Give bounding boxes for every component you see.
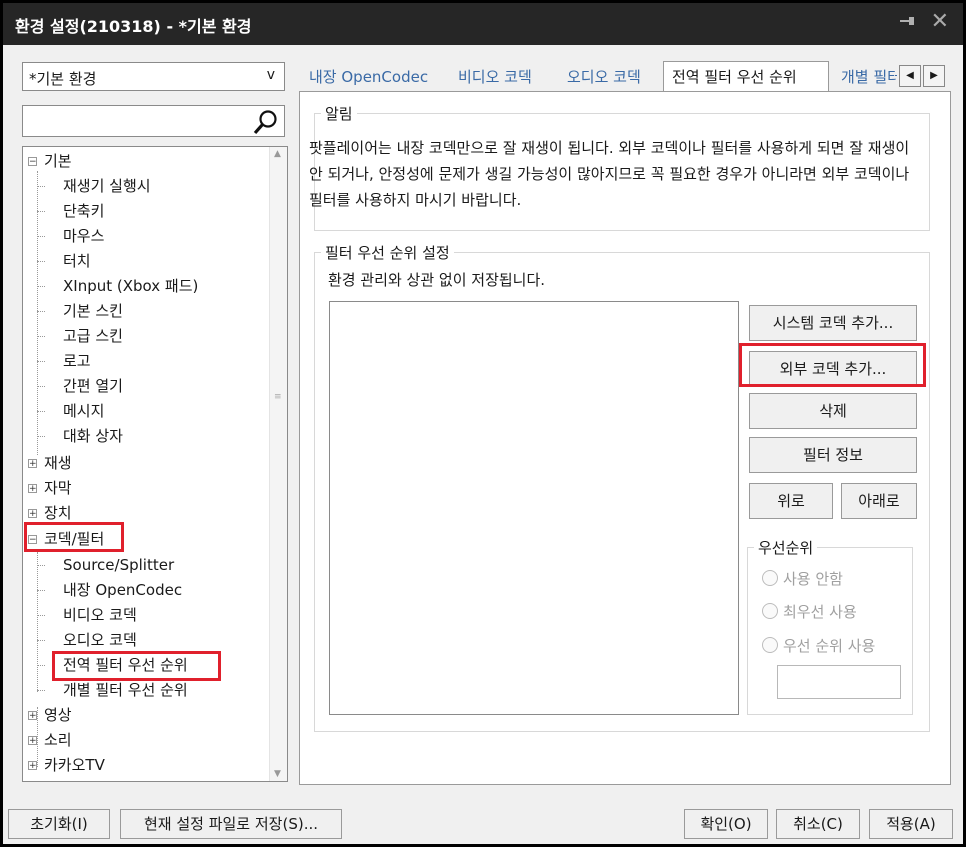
tree-scrollbar[interactable]: ▲ ≡ ▼ (269, 147, 287, 781)
tab-video-codec[interactable]: 비디오 코덱 (458, 63, 532, 91)
tree-item-video[interactable]: + 영상 (28, 703, 72, 727)
tree-item-subtitle[interactable]: + 자막 (28, 476, 72, 500)
move-down-button[interactable]: 아래로 (841, 483, 917, 519)
filter-priority-note: 환경 관리와 상관 없이 저장됩니다. (328, 271, 546, 289)
scroll-down-icon[interactable]: ▼ (274, 769, 281, 779)
expand-icon[interactable]: + (28, 459, 37, 469)
tab-scroll-left-icon[interactable]: ◀ (899, 65, 921, 87)
tree-item-playback[interactable]: + 재생 (28, 451, 72, 475)
tree-item[interactable]: 기본 스킨 (37, 299, 123, 323)
tree-item[interactable]: 비디오 코덱 (37, 603, 137, 627)
tree-item-audio[interactable]: + 소리 (28, 728, 72, 752)
tree-item[interactable]: 간편 열기 (37, 374, 123, 398)
filter-list[interactable] (329, 301, 739, 715)
tab-individual-filter-priority[interactable]: 개별 필터 우선 순위 (841, 63, 897, 91)
tree-item[interactable]: 메시지 (37, 399, 104, 423)
profile-select-value: *기본 환경 (29, 70, 97, 88)
radio-circle-icon (762, 637, 778, 653)
expand-icon[interactable]: + (28, 761, 37, 771)
collapse-icon[interactable]: − (28, 157, 37, 167)
settings-tree[interactable]: − 기본 재생기 실행시 단축키 마우스 터치 XInput (Xbox 패드) … (22, 146, 288, 782)
save-to-file-button[interactable]: 현재 설정 파일로 저장(S)... (120, 809, 342, 839)
radio-circle-icon (762, 570, 778, 586)
title-bar[interactable]: 환경 설정(210318) - *기본 환경 ✕ (3, 3, 963, 45)
radio-circle-icon (762, 603, 778, 619)
tree-item[interactable]: 로고 (37, 349, 91, 373)
chevron-down-icon: v (266, 67, 275, 83)
tree-item[interactable]: XInput (Xbox 패드) (37, 274, 198, 298)
expand-icon[interactable]: + (28, 736, 37, 746)
radio-use-priority[interactable]: 우선 순위 사용 (762, 635, 875, 656)
radio-not-used[interactable]: 사용 안함 (762, 568, 843, 589)
tab-strip: 내장 OpenCodec 비디오 코덱 오디오 코덱 전역 필터 우선 순위 개… (299, 61, 951, 92)
tree-item[interactable]: 오디오 코덱 (37, 628, 137, 652)
notice-legend: 알림 (321, 103, 357, 124)
tree-item-kakaotv[interactable]: + 카카오TV (28, 753, 105, 777)
tree-item[interactable]: 재생기 실행시 (37, 174, 151, 198)
tree-connector (37, 171, 38, 455)
settings-window: 환경 설정(210318) - *기본 환경 ✕ *기본 환경 v − 기본 재생… (0, 0, 966, 847)
search-icon[interactable] (252, 108, 280, 136)
highlight-box (739, 343, 926, 387)
highlight-box (24, 522, 124, 552)
move-up-button[interactable]: 위로 (749, 483, 833, 519)
pin-icon[interactable] (899, 12, 917, 35)
filter-priority-legend: 필터 우선 순위 설정 (321, 242, 454, 263)
tree-item[interactable]: 단축키 (37, 199, 104, 223)
tree-item[interactable]: 대화 상자 (37, 424, 123, 448)
highlight-box (52, 651, 221, 681)
tab-internal-opencodec[interactable]: 내장 OpenCodec (309, 63, 428, 91)
tree-item[interactable]: 고급 스킨 (37, 324, 123, 348)
add-system-codec-button[interactable]: 시스템 코덱 추가... (749, 305, 917, 341)
scroll-grip-icon[interactable]: ≡ (274, 392, 282, 402)
window-title: 환경 설정(210318) - *기본 환경 (15, 17, 252, 36)
expand-icon[interactable]: + (28, 484, 37, 494)
tree-item[interactable]: 마우스 (37, 224, 104, 248)
tree-connector (37, 552, 38, 692)
close-icon[interactable]: ✕ (931, 9, 949, 34)
tab-global-filter-priority[interactable]: 전역 필터 우선 순위 (663, 61, 829, 92)
tab-audio-codec[interactable]: 오디오 코덱 (567, 63, 641, 91)
tree-search-input[interactable] (22, 105, 285, 137)
delete-button[interactable]: 삭제 (749, 393, 917, 429)
expand-icon[interactable]: + (28, 711, 37, 721)
tree-item[interactable]: Source/Splitter (37, 553, 174, 577)
expand-icon[interactable]: + (28, 509, 37, 519)
tab-scroll-arrows: ◀ ▶ (899, 65, 949, 87)
tree-item[interactable]: 터치 (37, 249, 91, 273)
priority-option-group: 우선순위 사용 안함 최우선 사용 우선 순위 사용 (747, 537, 913, 715)
notice-group: 알림 팟플레이어는 내장 코덱만으로 잘 재생이 됩니다. 외부 코덱이나 필터… (309, 103, 930, 231)
tree-item[interactable]: 개별 필터 우선 순위 (37, 678, 188, 702)
cancel-button[interactable]: 취소(C) (776, 809, 860, 839)
tree-item-basic[interactable]: − 기본 (28, 149, 72, 173)
priority-value-input[interactable] (777, 665, 901, 699)
radio-top-priority[interactable]: 최우선 사용 (762, 601, 857, 622)
tab-panel: 알림 팟플레이어는 내장 코덱만으로 잘 재생이 됩니다. 외부 코덱이나 필터… (299, 91, 951, 785)
priority-option-legend: 우선순위 (754, 537, 818, 558)
scroll-up-icon[interactable]: ▲ (274, 149, 281, 159)
tab-scroll-right-icon[interactable]: ▶ (923, 65, 945, 87)
filter-priority-group: 필터 우선 순위 설정 환경 관리와 상관 없이 저장됩니다. 시스템 코덱 추… (314, 242, 930, 732)
notice-text: 팟플레이어는 내장 코덱만으로 잘 재생이 됩니다. 외부 코덱이나 필터를 사… (309, 139, 910, 209)
ok-button[interactable]: 확인(O) (684, 809, 768, 839)
filter-info-button[interactable]: 필터 정보 (749, 437, 917, 473)
profile-select[interactable]: *기본 환경 v (22, 62, 285, 91)
apply-button[interactable]: 적용(A) (869, 809, 953, 839)
reset-button[interactable]: 초기화(I) (8, 809, 110, 839)
tree-item[interactable]: 내장 OpenCodec (37, 578, 182, 602)
